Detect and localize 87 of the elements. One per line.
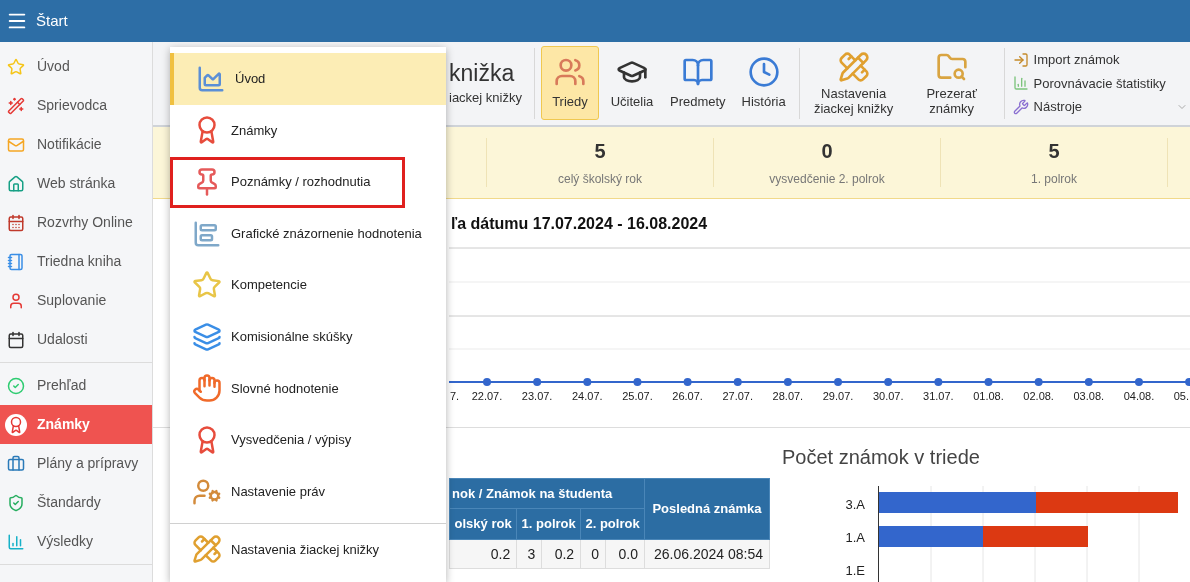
menu-item[interactable]: Známky xyxy=(170,104,446,157)
axis-label: 29.07. xyxy=(822,389,854,402)
sidebar-item[interactable]: Prehľad xyxy=(0,366,152,405)
import-icon xyxy=(1012,51,1029,68)
axis-label: 25.07. xyxy=(622,389,653,402)
sidebar-item[interactable]: Notifikácie xyxy=(0,125,152,164)
app-title: Štart xyxy=(36,10,68,31)
stat-label: celý školský rok xyxy=(558,171,642,189)
toolbar-button[interactable]: Nastavenia žiackej knižky xyxy=(805,50,902,116)
ruler-pencil-icon xyxy=(192,534,222,565)
sidebar-item[interactable]: Štandardy xyxy=(0,483,152,522)
menu-item[interactable]: Vysvedčenia / výpisy xyxy=(170,414,446,466)
axis-label: 01.08. xyxy=(973,389,1004,402)
stat-value: 5 xyxy=(1048,139,1060,165)
axis-label: 1.E xyxy=(845,562,865,580)
menu-item[interactable]: Poznámky / rozhodnutia xyxy=(170,156,446,208)
stat-value: 0 xyxy=(821,139,833,165)
tools-icon xyxy=(1012,98,1029,115)
table-header: olský rok xyxy=(449,508,517,540)
axis-label: 30.07. xyxy=(872,389,904,402)
shield-icon xyxy=(7,493,25,512)
person-icon xyxy=(7,291,25,310)
stat-label: vysvedčenie 2. polrok xyxy=(769,171,885,189)
menu-item[interactable]: Slovné hodnotenie xyxy=(170,362,446,415)
toolbar-link[interactable]: Nástroje xyxy=(1012,97,1188,117)
axis-label: 26.07. xyxy=(672,389,703,402)
notebook-icon xyxy=(7,252,25,271)
magic-wand-icon xyxy=(7,96,25,115)
axis-label: 31.07. xyxy=(923,389,954,402)
axis-label: 1.A xyxy=(845,529,865,547)
axis-label: 28.07. xyxy=(772,389,804,402)
chart-title: Počet známok v triede xyxy=(782,445,981,470)
chart-title: ľa dátumu 17.07.2024 - 16.08.2024 xyxy=(451,213,709,234)
toolbar-link[interactable]: Import známok xyxy=(1012,50,1188,70)
menu-item[interactable]: Úvod xyxy=(170,53,446,105)
sidebar-item[interactable]: Výsledky xyxy=(0,522,152,561)
bar-chart-icon xyxy=(7,532,25,551)
star-icon xyxy=(192,270,222,301)
check-circle-icon xyxy=(7,376,25,395)
axis-label: 3.A xyxy=(845,496,865,514)
briefcase-icon xyxy=(7,454,25,473)
page-subtitle: iackej knižky xyxy=(449,89,522,108)
axis-label: 22.07. xyxy=(471,389,503,402)
toolbar-button[interactable]: História xyxy=(734,46,793,121)
clock-icon xyxy=(747,55,780,88)
sidebar-item[interactable]: Web stránka xyxy=(0,164,152,203)
house-icon xyxy=(7,174,25,193)
axis-label: 05. xyxy=(1173,389,1189,402)
table-header: Posledná známka xyxy=(644,478,770,540)
toolbar-button[interactable]: Triedy xyxy=(540,46,599,121)
stat-value: 5 xyxy=(594,139,606,165)
toolbar-button[interactable]: Prezerať známky xyxy=(907,50,996,116)
ruler-pencil-icon xyxy=(837,50,870,83)
calendar-icon xyxy=(7,213,25,232)
axis-label: 03.08. xyxy=(1073,389,1105,402)
sidebar-item[interactable]: Plány a prípravy xyxy=(0,444,152,483)
star-icon xyxy=(7,57,25,76)
axis-label: 23.07. xyxy=(521,389,553,402)
axis-label: 24.07. xyxy=(572,389,603,402)
menu-item[interactable]: Komisionálne skúšky xyxy=(170,310,446,363)
sidebar-item[interactable]: Suplovanie xyxy=(0,281,152,320)
toolbar-link[interactable]: Porovnávacie štatistiky xyxy=(1012,73,1188,94)
stat-label: 1. polrok xyxy=(1031,171,1077,189)
table-cell: 0.2 xyxy=(449,539,517,569)
page-title: knižka xyxy=(449,59,516,89)
table-header: 2. polrok xyxy=(580,508,645,540)
toolbar-button[interactable]: Učitelia xyxy=(602,46,661,121)
axis-label: 7. xyxy=(450,389,460,402)
calendar-icon xyxy=(7,330,25,349)
axis-label: 04.08. xyxy=(1123,389,1155,402)
menu-item[interactable]: Nastavenie práv xyxy=(170,465,446,518)
menu-item[interactable]: Grafické znázornenie hodnotenia xyxy=(170,207,446,260)
table-header: 1. polrok xyxy=(516,508,581,540)
table-cell: 26.06.2024 08:54 xyxy=(644,539,770,569)
sidebar-item[interactable]: Rozvrhy Online xyxy=(0,203,152,242)
table-header: nok / Známok na študenta xyxy=(449,478,645,509)
menu-item[interactable]: Nastavenia žiackej knižky xyxy=(170,524,446,575)
sidebar-item[interactable]: Sprievodca xyxy=(0,86,152,125)
sidebar-item[interactable]: Triedna kniha xyxy=(0,242,152,281)
menu-item[interactable]: Kompetencie xyxy=(170,259,446,311)
sidebar-item[interactable]: Úvod xyxy=(0,47,152,86)
envelope-icon xyxy=(7,135,25,154)
axis-label: 02.08. xyxy=(1023,389,1054,402)
sidebar-item[interactable]: Udalosti xyxy=(0,320,152,359)
toolbar-button[interactable]: Predmety xyxy=(664,46,731,121)
bar-chart-icon xyxy=(1012,75,1029,92)
axis-label: 27.07. xyxy=(722,389,754,402)
